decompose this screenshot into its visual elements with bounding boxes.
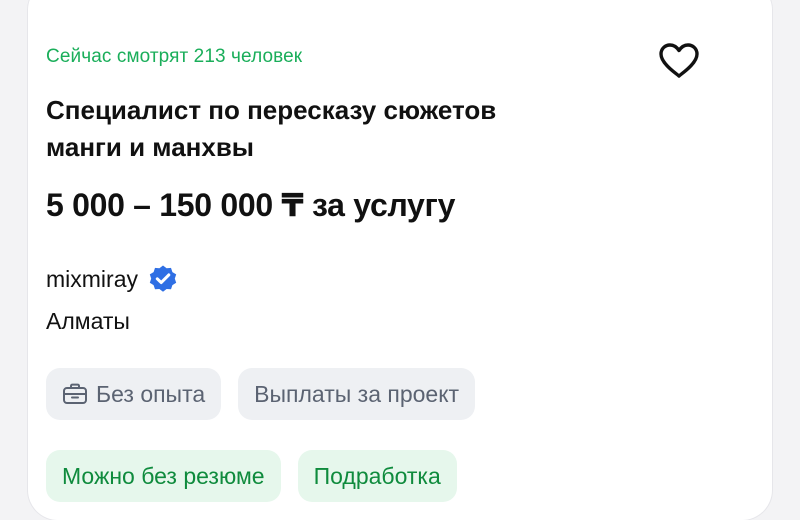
tag-label: Без опыта <box>96 380 206 407</box>
tags-row-1: Без опыта Выплаты за проект <box>46 368 476 420</box>
tag-part-time: Подработка <box>297 450 457 502</box>
company-name[interactable]: mixmiray <box>46 266 138 293</box>
briefcase-icon <box>63 383 87 404</box>
vacancy-title[interactable]: Специалист по пересказу сюжетов манги и … <box>46 92 626 166</box>
heart-icon <box>659 43 699 78</box>
favorite-button[interactable] <box>655 40 703 82</box>
company-info[interactable]: mixmiray <box>46 264 178 294</box>
tag-label: Подработка <box>313 462 441 489</box>
tag-experience: Без опыта <box>46 368 222 420</box>
tag-label: Выплаты за проект <box>254 380 460 407</box>
viewers-count: Сейчас смотрят 213 человек <box>46 46 303 67</box>
salary: 5 000 – 150 000 ₸ за услугу <box>46 187 456 223</box>
city: Алматы <box>46 308 130 334</box>
verified-badge-icon <box>149 265 177 292</box>
tag-payment: Выплаты за проект <box>238 368 476 420</box>
tags-row-2: Можно без резюме Подработка <box>46 450 457 502</box>
tag-label: Можно без резюме <box>62 462 265 489</box>
tag-no-resume: Можно без резюме <box>46 450 281 502</box>
